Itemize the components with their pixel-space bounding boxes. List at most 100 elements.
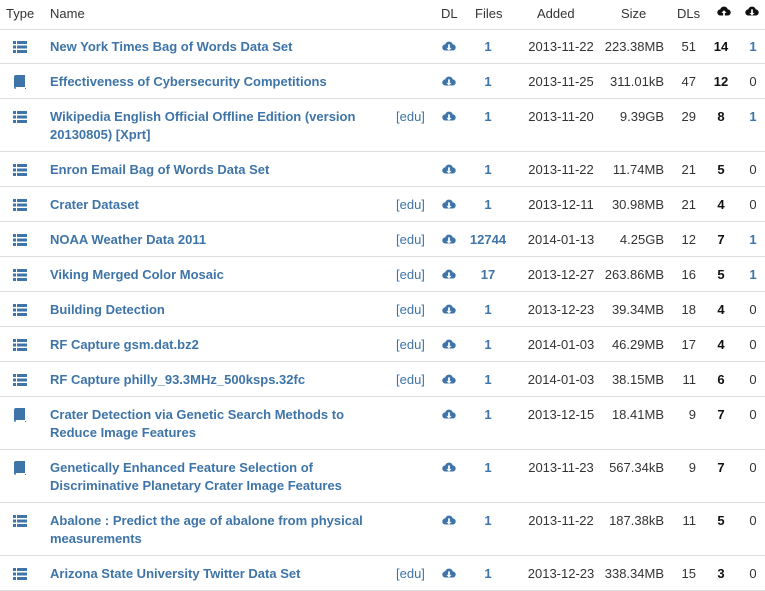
download-count: 17 — [681, 337, 696, 352]
torrent-name-link[interactable]: Enron Email Bag of Words Data Set — [50, 161, 386, 179]
seeders-count: 7 — [717, 232, 725, 247]
file-size: 9.39GB — [619, 109, 664, 124]
col-dl-header[interactable]: DL — [441, 6, 458, 22]
col-type-header[interactable]: Type — [6, 6, 34, 22]
download-count: 9 — [688, 407, 696, 422]
file-size: 567.34kB — [609, 460, 664, 475]
leechers-count: 0 — [749, 372, 757, 387]
files-count-link[interactable]: 17 — [468, 266, 508, 284]
download-count: 12 — [681, 232, 696, 247]
file-size: 38.15MB — [611, 372, 664, 387]
cloud-download-icon[interactable] — [441, 163, 457, 177]
cloud-download-icon[interactable] — [441, 268, 457, 282]
files-count-link[interactable]: 1 — [468, 565, 508, 583]
table-row: RF Capture gsm.dat.bz2 [edu] 1 2014-01-03 46… — [0, 327, 765, 362]
files-count-link[interactable]: 1 — [468, 512, 508, 530]
seeders-count: 8 — [717, 109, 725, 124]
download-count: 15 — [681, 566, 696, 581]
table-row: Wikipedia English Official Offline Editi… — [0, 99, 765, 152]
files-count-link[interactable]: 1 — [468, 108, 508, 126]
cloud-download-icon[interactable] — [441, 408, 457, 422]
table-row: NOAA Weather Data 2011 [edu] 12744 2014-01-… — [0, 222, 765, 257]
torrent-name-link[interactable]: Arizona State University Twitter Data Se… — [50, 565, 386, 583]
added-date: 2013-11-22 — [528, 39, 594, 54]
col-dls-header[interactable]: DLs — [677, 6, 700, 22]
leechers-count: 0 — [749, 407, 757, 422]
list-icon — [13, 567, 27, 581]
list-icon — [13, 40, 27, 54]
file-size: 18.41MB — [611, 407, 664, 422]
cloud-download-icon[interactable] — [441, 567, 457, 581]
seeders-count: 5 — [717, 267, 725, 282]
edu-tag: [edu] — [396, 109, 425, 124]
files-count-link[interactable]: 12744 — [468, 231, 508, 249]
cloud-download-icon[interactable] — [441, 75, 457, 89]
torrent-name-link[interactable]: RF Capture gsm.dat.bz2 — [50, 336, 386, 354]
files-count-link[interactable]: 1 — [468, 196, 508, 214]
torrent-name-link[interactable]: Building Detection — [50, 301, 386, 319]
leechers-count: 0 — [749, 460, 757, 475]
cloud-download-icon[interactable] — [441, 461, 457, 475]
cloud-upload-icon[interactable] — [717, 5, 731, 19]
table-row: Viking Merged Color Mosaic [edu] 17 2013-12… — [0, 257, 765, 292]
leechers-count: 1 — [749, 109, 757, 124]
cloud-download-icon[interactable] — [441, 40, 457, 54]
torrent-name-link[interactable]: Genetically Enhanced Feature Selection o… — [50, 459, 386, 495]
list-icon — [13, 338, 27, 352]
torrent-name-link[interactable]: New York Times Bag of Words Data Set — [50, 38, 386, 56]
table-row: Effectiveness of Cybersecurity Competiti… — [0, 64, 765, 99]
download-count: 29 — [681, 109, 696, 124]
download-count: 16 — [681, 267, 696, 282]
download-count: 21 — [681, 197, 696, 212]
torrent-name-link[interactable]: NOAA Weather Data 2011 — [50, 231, 386, 249]
files-count-link[interactable]: 1 — [468, 406, 508, 424]
cloud-download-icon[interactable] — [441, 373, 457, 387]
cloud-download-icon[interactable] — [441, 514, 457, 528]
seeders-count: 7 — [717, 460, 725, 475]
col-size-header[interactable]: Size — [621, 6, 646, 22]
cloud-download-icon[interactable] — [441, 110, 457, 124]
leechers-count: 1 — [749, 39, 757, 54]
files-count-link[interactable]: 1 — [468, 301, 508, 319]
col-name-header[interactable]: Name — [50, 6, 85, 22]
files-count-link[interactable]: 1 — [468, 38, 508, 56]
file-size: 39.34MB — [611, 302, 664, 317]
table-row: Building Detection [edu] 1 2013-12-23 39.34M… — [0, 292, 765, 327]
torrent-name-link[interactable]: Viking Merged Color Mosaic — [50, 266, 386, 284]
table-header: Type Name DL Files Added Size DLs — [0, 0, 765, 30]
torrent-name-link[interactable]: Crater Detection via Genetic Search Meth… — [50, 406, 386, 442]
table-row: Abalone : Predict the age of abalone fro… — [0, 503, 765, 556]
files-count-link[interactable]: 1 — [468, 161, 508, 179]
files-count-link[interactable]: 1 — [468, 371, 508, 389]
cloud-download-icon[interactable] — [441, 303, 457, 317]
added-date: 2013-12-11 — [528, 197, 594, 212]
list-icon — [13, 233, 27, 247]
torrent-name-link[interactable]: Crater Dataset — [50, 196, 386, 214]
cloud-download-icon[interactable] — [441, 198, 457, 212]
table-row: Crater Dataset [edu] 1 2013-12-11 30.98MB 21 4… — [0, 187, 765, 222]
files-count-link[interactable]: 1 — [468, 459, 508, 477]
list-icon — [13, 110, 27, 124]
cloud-download-icon[interactable] — [441, 338, 457, 352]
book-icon — [13, 75, 27, 89]
list-icon — [13, 514, 27, 528]
files-count-link[interactable]: 1 — [468, 73, 508, 91]
seeders-count: 5 — [717, 513, 725, 528]
torrent-name-link[interactable]: RF Capture philly_93.3MHz_500ksps.32fc — [50, 371, 386, 389]
download-count: 21 — [681, 162, 696, 177]
download-count: 11 — [682, 513, 697, 528]
cloud-download-icon[interactable] — [745, 5, 759, 19]
cloud-download-icon[interactable] — [441, 233, 457, 247]
added-date: 2014-01-03 — [527, 372, 595, 387]
added-date: 2013-11-25 — [528, 74, 594, 89]
col-files-header[interactable]: Files — [475, 6, 502, 22]
edu-tag: [edu] — [396, 197, 425, 212]
torrent-name-link[interactable]: Effectiveness of Cybersecurity Competiti… — [50, 73, 386, 91]
added-date: 2013-11-22 — [528, 162, 594, 177]
leechers-count: 0 — [749, 162, 757, 177]
torrent-name-link[interactable]: Wikipedia English Official Offline Editi… — [50, 108, 386, 144]
torrent-name-link[interactable]: Abalone : Predict the age of abalone fro… — [50, 512, 386, 548]
added-date: 2013-11-22 — [528, 513, 594, 528]
files-count-link[interactable]: 1 — [468, 336, 508, 354]
col-added-header[interactable]: Added — [537, 6, 575, 22]
